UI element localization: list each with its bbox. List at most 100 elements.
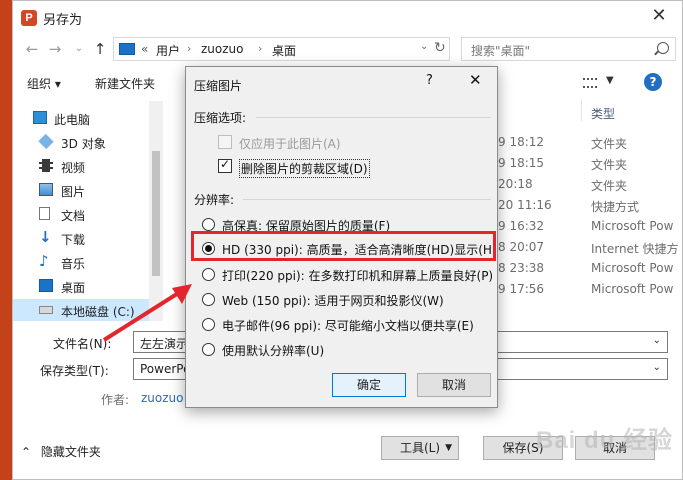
sidebar-item-label: 下载 bbox=[61, 233, 86, 247]
help-icon[interactable]: ? bbox=[644, 73, 662, 91]
search-placeholder: 搜索"桌面" bbox=[471, 44, 531, 58]
resolution-radio[interactable] bbox=[202, 293, 215, 306]
address-dropdown-icon[interactable]: ⌄ bbox=[420, 41, 428, 52]
filetype-dropdown-icon[interactable]: ⌄ bbox=[653, 362, 661, 373]
sidebar-item-pictures[interactable]: 图片 bbox=[13, 179, 163, 201]
filetype-label: 保存类型(T): bbox=[40, 364, 109, 378]
apply-only-checkbox[interactable] bbox=[218, 135, 232, 149]
compress-options-heading: 压缩选项: bbox=[194, 111, 247, 125]
breadcrumb-item[interactable]: 用户 bbox=[156, 42, 180, 59]
sidebar-item-label: 桌面 bbox=[61, 281, 86, 295]
navigation-scrollbar-thumb[interactable] bbox=[152, 151, 160, 276]
view-options-icon[interactable] bbox=[583, 78, 597, 88]
address-bar[interactable]: « 用户 › zuozuo › 桌面 ⌄ ↻ bbox=[113, 37, 450, 61]
sidebar-item-label: 此电脑 bbox=[54, 113, 91, 127]
search-icon bbox=[657, 42, 669, 54]
picture-icon bbox=[39, 183, 53, 196]
resolution-label: 电子邮件(96 ppi): 尽可能缩小文档以便共享(E) bbox=[222, 319, 474, 333]
sidebar-item-3d-objects[interactable]: 3D 对象 bbox=[13, 131, 163, 153]
tools-label: 工具(L) bbox=[399, 441, 441, 455]
ok-button[interactable]: 确定 bbox=[332, 373, 406, 397]
section-divider bbox=[256, 117, 491, 118]
file-type: 文件夹 bbox=[591, 137, 628, 151]
delete-cropped-checkbox[interactable]: ✓ bbox=[218, 157, 232, 173]
powerpoint-backstage-strip bbox=[0, 0, 12, 480]
file-type: 快捷方式 bbox=[591, 200, 640, 214]
file-type: 文件夹 bbox=[591, 179, 628, 193]
apply-only-label: 仅应用于此图片(A) bbox=[239, 137, 341, 151]
author-value[interactable]: zuozuo bbox=[141, 391, 184, 405]
hide-folders-toggle[interactable]: ⌃ 隐藏文件夹 bbox=[21, 443, 101, 460]
file-type: Microsoft Pow bbox=[591, 282, 674, 296]
forward-arrow-icon[interactable]: → bbox=[46, 39, 64, 59]
sidebar-item-music[interactable]: ♪ 音乐 bbox=[13, 251, 163, 273]
resolution-radio[interactable] bbox=[202, 218, 215, 231]
sidebar-item-documents[interactable]: 文档 bbox=[13, 203, 163, 225]
tools-dropdown-icon: ▼ bbox=[445, 443, 452, 453]
file-date: 8 23:38 bbox=[498, 261, 545, 275]
sidebar-item-label: 图片 bbox=[61, 185, 86, 199]
highlight-box bbox=[191, 231, 496, 261]
organize-button[interactable]: 组织 ▾ bbox=[27, 75, 61, 92]
window-close-button[interactable]: ✕ bbox=[644, 4, 674, 30]
breadcrumb-item[interactable]: 桌面 bbox=[272, 42, 296, 59]
sidebar-item-downloads[interactable]: ↓ 下载 bbox=[13, 227, 163, 249]
view-dropdown-icon[interactable]: ▼ bbox=[606, 75, 614, 86]
window-title: 另存为 bbox=[43, 13, 83, 28]
resolution-radio[interactable] bbox=[202, 318, 215, 331]
sidebar-item-this-pc[interactable]: 此电脑 bbox=[13, 107, 163, 129]
cube-icon bbox=[38, 133, 54, 150]
sidebar-item-label: 视频 bbox=[61, 161, 86, 175]
filename-dropdown-icon[interactable]: ⌄ bbox=[653, 335, 661, 346]
file-type: 文件夹 bbox=[591, 158, 628, 172]
computer-icon bbox=[33, 111, 47, 124]
file-date: 9 18:12 bbox=[498, 135, 545, 149]
search-box[interactable]: 搜索"桌面" bbox=[461, 37, 676, 61]
resolution-label: Web (150 ppi): 适用于网页和投影仪(W) bbox=[222, 294, 444, 308]
resolution-radio[interactable] bbox=[202, 343, 215, 356]
sidebar-item-label: 3D 对象 bbox=[61, 137, 106, 151]
back-arrow-icon[interactable]: ← bbox=[23, 39, 41, 59]
red-arrow-icon bbox=[102, 284, 192, 342]
navigation-bar: ← → ⌄ ↑ « 用户 › zuozuo › 桌面 ⌄ ↻ 搜索"桌面" bbox=[13, 35, 682, 63]
resolution-heading: 分辨率: bbox=[194, 193, 235, 207]
sidebar-item-label: 音乐 bbox=[61, 257, 86, 271]
file-type: Microsoft Pow bbox=[591, 261, 674, 275]
refresh-icon[interactable]: ↻ bbox=[434, 40, 446, 56]
filetype-value: PowerPo bbox=[140, 362, 191, 376]
drive-icon bbox=[39, 306, 53, 314]
music-icon: ♪ bbox=[39, 252, 49, 270]
powerpoint-app-icon: P bbox=[21, 10, 37, 26]
up-arrow-icon[interactable]: ↑ bbox=[91, 39, 109, 59]
file-date: 9 16:32 bbox=[498, 219, 545, 233]
resolution-radio[interactable] bbox=[202, 268, 215, 281]
breadcrumb-overflow-icon[interactable]: « bbox=[141, 42, 148, 56]
file-date: 20:18 bbox=[498, 177, 533, 191]
checkmark-icon: ✓ bbox=[220, 157, 231, 171]
title-bar: P 另存为 ✕ bbox=[13, 1, 682, 33]
breadcrumb-item[interactable]: zuozuo bbox=[201, 42, 244, 56]
desktop-folder-icon bbox=[119, 43, 135, 55]
column-header-type[interactable]: 类型 bbox=[591, 105, 615, 122]
sidebar-item-videos[interactable]: 视频 bbox=[13, 155, 163, 177]
tools-button[interactable]: 工具(L) ▼ bbox=[381, 436, 459, 460]
resolution-label: 打印(220 ppi): 在多数打印机和屏幕上质量良好(P) bbox=[222, 269, 494, 283]
delete-cropped-label: 删除图片的剪裁区域(D) bbox=[239, 159, 370, 178]
download-icon: ↓ bbox=[39, 228, 52, 246]
file-date: 9 17:56 bbox=[498, 282, 545, 296]
author-label: 作者: bbox=[101, 393, 130, 407]
column-divider[interactable] bbox=[581, 99, 582, 121]
dialog-close-button[interactable]: ✕ bbox=[469, 71, 482, 89]
help-button[interactable]: ? bbox=[426, 73, 433, 88]
hide-folders-label: 隐藏文件夹 bbox=[40, 445, 101, 459]
resolution-label: 使用默认分辨率(U) bbox=[222, 344, 325, 358]
file-date: 20 11:16 bbox=[498, 198, 552, 212]
file-type: Internet 快捷方 bbox=[591, 242, 679, 256]
file-date: 8 20:07 bbox=[498, 240, 545, 254]
dialog-cancel-button[interactable]: 取消 bbox=[417, 373, 491, 397]
video-icon bbox=[39, 159, 53, 172]
recent-dropdown-icon[interactable]: ⌄ bbox=[70, 39, 88, 59]
new-folder-button[interactable]: 新建文件夹 bbox=[95, 75, 155, 92]
breadcrumb-separator-icon[interactable]: › bbox=[258, 42, 262, 55]
breadcrumb-separator-icon[interactable]: › bbox=[187, 42, 191, 55]
